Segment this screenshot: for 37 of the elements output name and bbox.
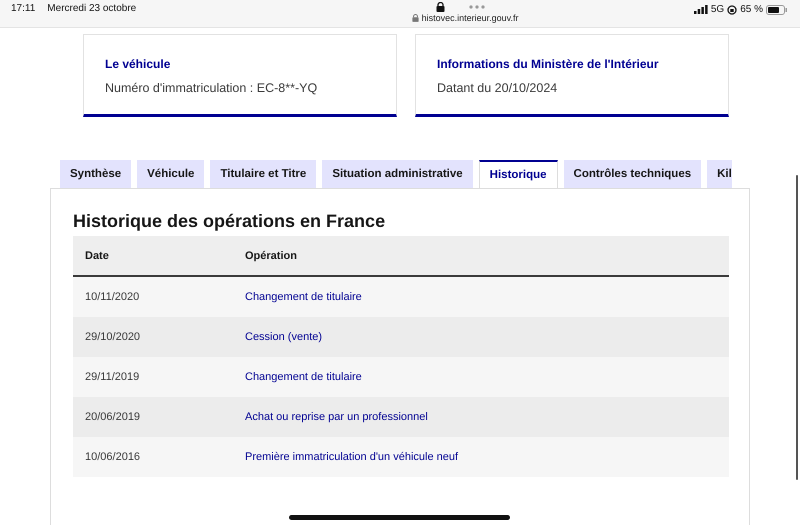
tab[interactable]: Kil (707, 160, 732, 188)
table-cell: 29/11/2019 (73, 357, 233, 397)
lock-icon (436, 2, 445, 12)
scroll-bar[interactable] (796, 175, 798, 480)
column-header: Date (73, 236, 233, 276)
url-text[interactable]: histovec.interieur.gouv.fr (422, 13, 518, 23)
tab[interactable]: Véhicule (137, 160, 204, 188)
home-indicator[interactable] (289, 515, 510, 520)
battery-text: 65 % (740, 4, 763, 15)
date-text: Mercredi 23 octobre (47, 3, 136, 14)
card-text: Numéro d'immatriculation : EC-8**-YQ (105, 81, 318, 95)
signal-icon (694, 5, 708, 14)
table-cell: 20/06/2019 (73, 397, 233, 437)
network-text: 5G (710, 4, 724, 15)
card-title: Le véhicule (105, 57, 172, 71)
clock-time: 17:11 (11, 3, 36, 14)
tab[interactable]: Historique (478, 160, 558, 188)
tab[interactable]: Situation administrative (322, 160, 473, 188)
table-cell: 29/10/2020 (73, 317, 233, 357)
card-text: Datant du 20/10/2024 (437, 81, 558, 95)
column-header: Opération (233, 236, 729, 276)
operation-link[interactable]: Cession (vente) (233, 317, 729, 357)
operation-link[interactable]: Changement de titulaire (233, 357, 729, 397)
operation-link[interactable]: Changement de titulaire (233, 276, 729, 317)
tab[interactable]: Synthèse (60, 160, 132, 188)
operation-link[interactable]: Achat ou reprise par un professionnel (233, 397, 729, 437)
card-title: Informations du Ministère de l'Intérieur (437, 57, 660, 71)
orientation-lock-icon (727, 4, 738, 14)
battery-icon (766, 4, 788, 14)
tab[interactable]: Titulaire et Titre (210, 160, 316, 188)
section-title: Historique des opérations en France (73, 211, 386, 232)
table-cell: 10/06/2016 (73, 437, 233, 477)
table-cell: 10/11/2020 (73, 276, 233, 317)
lock-icon (412, 14, 419, 22)
operation-link[interactable]: Première immatriculation d'un véhicule neuf (233, 437, 729, 477)
tab[interactable]: Contrôles techniques (564, 160, 702, 188)
more-icon[interactable] (468, 5, 485, 9)
